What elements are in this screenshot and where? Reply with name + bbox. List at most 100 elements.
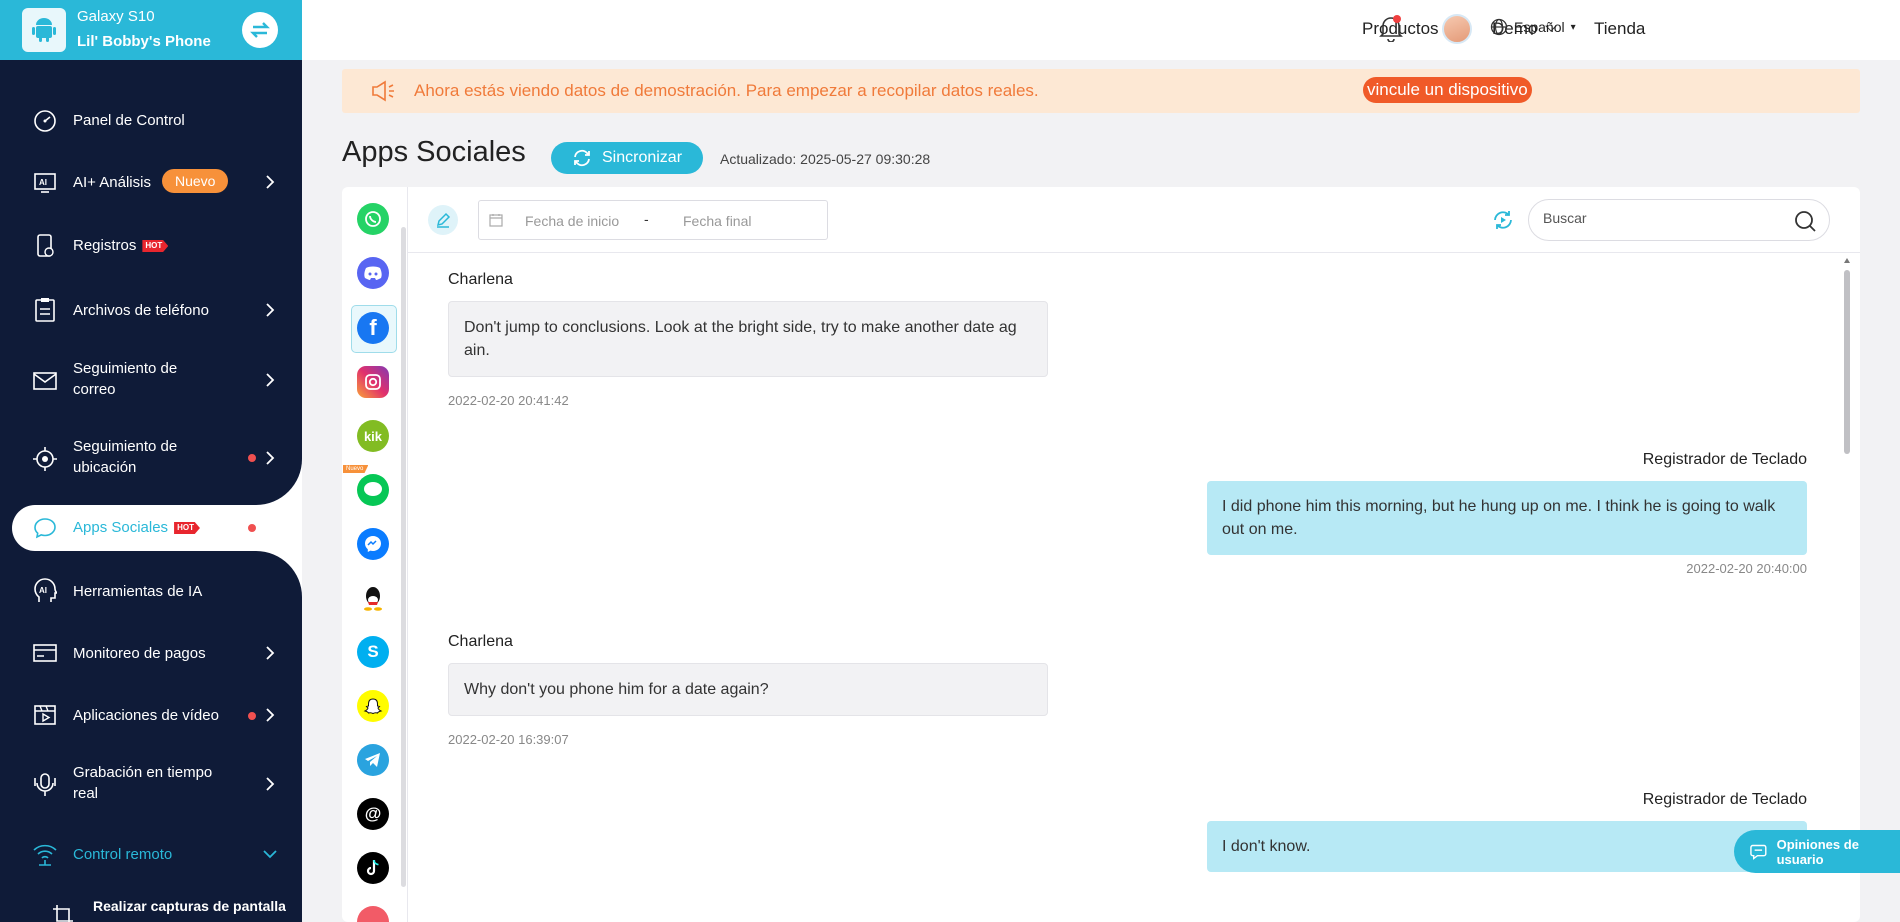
device-header: Galaxy S10 Lil' Bobby's Phone	[0, 0, 302, 60]
sidebar-item-label: AI+ Análisis	[73, 174, 151, 191]
sidebar-item-label: Apps Sociales HOT	[73, 517, 200, 538]
threads-icon[interactable]: @	[357, 798, 389, 830]
tiktok-icon[interactable]	[357, 852, 389, 884]
sidebar-item-label: Monitoreo de pagos	[73, 645, 206, 662]
app-list-scrollbar[interactable]	[401, 227, 406, 887]
card-icon	[32, 640, 58, 666]
sidebar-item-label: Grabación en tiempo real	[73, 764, 213, 802]
scroll-up-arrow[interactable]	[1844, 258, 1850, 263]
nav-store[interactable]: Tienda	[1594, 19, 1645, 39]
message-timestamp: 2022-02-20 16:39:07	[448, 732, 569, 747]
globe-icon	[1490, 18, 1508, 36]
snapchat-icon[interactable]	[357, 690, 389, 722]
feedback-label: Opiniones de usuario	[1776, 836, 1859, 867]
line-icon[interactable]	[357, 474, 389, 506]
discord-icon[interactable]	[357, 257, 389, 289]
sidebar-item-label: Panel de Control	[73, 112, 185, 129]
language-selector[interactable]: Español ▾	[1490, 18, 1576, 36]
microphone-icon	[32, 772, 58, 798]
sidebar-item-screenshots[interactable]: Realizar capturas de pantalla	[0, 894, 302, 922]
app-list: f kik Nuevo S @	[342, 187, 408, 922]
gauge-icon	[32, 108, 58, 134]
feedback-button[interactable]: Opiniones de usuario	[1734, 830, 1900, 873]
crop-icon	[50, 902, 76, 922]
search-icon[interactable]	[1793, 209, 1817, 233]
sync-button[interactable]: Sincronizar	[551, 142, 703, 174]
svg-text:AI: AI	[39, 178, 47, 187]
message-sender: Registrador de Teclado	[1642, 791, 1807, 808]
sidebar-item-location[interactable]: Seguimiento de ubicación	[0, 436, 302, 480]
facebook-icon[interactable]: f	[357, 312, 389, 344]
qq-icon[interactable]	[357, 582, 389, 614]
scroll-thumb[interactable]	[1844, 270, 1850, 454]
kik-icon[interactable]: kik	[357, 420, 389, 452]
app-icon-partial[interactable]	[357, 906, 389, 922]
demo-banner: Ahora estás viendo datos de demostración…	[342, 69, 1860, 113]
sidebar-item-records[interactable]: Registros HOT	[0, 233, 302, 259]
notification-dot	[248, 454, 256, 462]
sync-icon	[574, 149, 590, 167]
sidebar-item-label: Realizar capturas de pantalla	[93, 898, 286, 914]
edit-button[interactable]	[428, 205, 458, 235]
chevron-right-icon	[266, 303, 275, 317]
telegram-icon[interactable]	[357, 744, 389, 776]
instagram-icon[interactable]	[357, 366, 389, 398]
svg-text:AI: AI	[39, 586, 47, 595]
device-model: Galaxy S10	[77, 8, 155, 25]
skype-icon[interactable]: S	[357, 636, 389, 668]
switch-device-button[interactable]	[242, 12, 278, 48]
start-date-field[interactable]: Fecha de inicio	[525, 213, 619, 229]
sidebar-item-panel[interactable]: Panel de Control	[0, 108, 302, 132]
message-bubble-incoming: Don't jump to conclusions. Look at the b…	[448, 301, 1048, 377]
chevron-down-icon	[263, 850, 277, 859]
sidebar-item-label: Archivos de teléfono	[73, 302, 209, 319]
end-date-field[interactable]: Fecha final	[683, 213, 751, 229]
sidebar: Galaxy S10 Lil' Bobby's Phone Panel de C…	[0, 0, 302, 922]
message-list[interactable]: Charlena Don't jump to conclusions. Look…	[408, 254, 1860, 922]
page-title: Apps Sociales	[342, 136, 526, 168]
sidebar-item-remote-control[interactable]: Control remoto	[0, 841, 302, 867]
phone-log-icon	[32, 233, 58, 259]
avatar[interactable]	[1442, 14, 1472, 44]
ai-screen-icon: AI	[32, 170, 58, 196]
sidebar-item-ai-tools[interactable]: AI Herramientas de IA	[0, 578, 302, 604]
sidebar-item-payments[interactable]: Monitoreo de pagos	[0, 640, 302, 666]
hot-tag: HOT	[142, 240, 169, 253]
sidebar-item-social-apps[interactable]: Apps Sociales HOT	[0, 515, 302, 541]
ai-head-icon: AI	[32, 578, 58, 604]
message-scrollbar[interactable]	[1844, 258, 1850, 918]
messages-card: f kik Nuevo S @ Fecha de inicio - Fecha …	[342, 187, 1860, 922]
message-bubble-incoming: Why don't you phone him for a date again…	[448, 663, 1048, 716]
sidebar-item-label: Registros HOT	[73, 235, 169, 256]
message-sender: Charlena	[448, 271, 513, 288]
sidebar-item-ai-analysis[interactable]: AI AI+ Análisis Nuevo	[0, 169, 302, 196]
refresh-icon[interactable]	[1491, 209, 1515, 231]
video-icon	[32, 702, 58, 728]
link-device-button[interactable]: vincule un dispositivo	[1363, 77, 1532, 103]
sidebar-item-label: Control remoto	[73, 846, 173, 863]
chat-bubble-icon	[32, 515, 58, 541]
sidebar-item-phone-files[interactable]: Archivos de teléfono	[0, 297, 302, 323]
sidebar-item-mail[interactable]: Seguimiento de correo	[0, 358, 302, 402]
whatsapp-icon[interactable]	[357, 203, 389, 235]
top-navbar: Productos Demo Tienda Español ▾	[302, 0, 1900, 60]
new-tag: Nuevo	[343, 465, 369, 473]
message-bubble-outgoing: I did phone him this morning, but he hun…	[1207, 481, 1807, 555]
new-badge: Nuevo	[162, 169, 229, 193]
chevron-right-icon	[266, 708, 275, 722]
date-range-picker[interactable]: Fecha de inicio - Fecha final	[478, 200, 828, 240]
sidebar-item-live-recording[interactable]: Grabación en tiempo real	[0, 762, 302, 806]
message-bubble-outgoing: I don't know.	[1207, 821, 1807, 872]
search-input[interactable]	[1543, 210, 1773, 226]
updated-timestamp: Actualizado: 2025-05-27 09:30:28	[720, 151, 931, 167]
sidebar-item-video-apps[interactable]: Aplicaciones de vídeo	[0, 702, 302, 728]
messenger-icon[interactable]	[357, 528, 389, 560]
sidebar-item-label: Seguimiento de ubicación	[73, 438, 178, 476]
message-timestamp: 2022-02-20 20:41:42	[448, 393, 569, 408]
location-icon	[32, 446, 58, 472]
language-label: Español	[1514, 19, 1565, 35]
hot-tag: HOT	[174, 522, 200, 535]
sidebar-item-label: Seguimiento de correo	[73, 360, 178, 398]
mail-icon	[32, 368, 58, 394]
notification-dot	[248, 712, 256, 720]
